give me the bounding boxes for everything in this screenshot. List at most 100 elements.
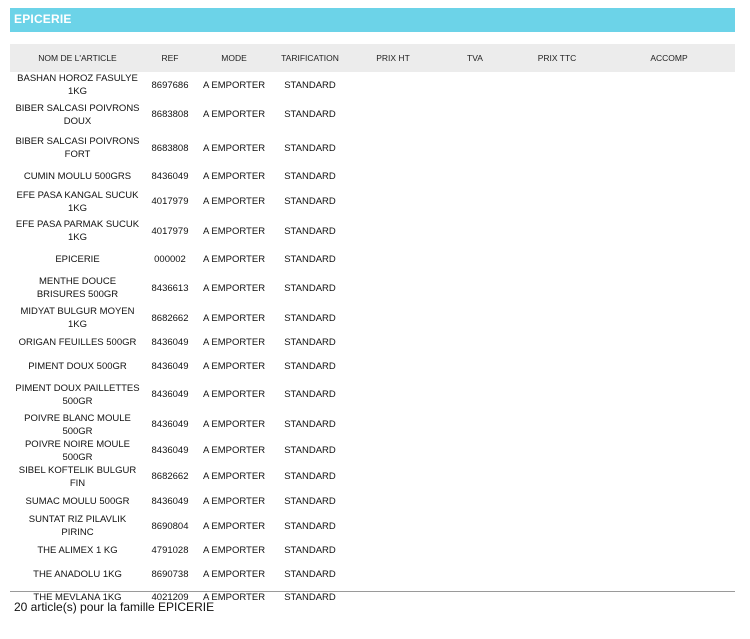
cell-name: MIDYAT BULGUR MOYEN 1KG [20, 306, 135, 330]
cell-tva [439, 412, 511, 438]
cell-accomp [603, 132, 735, 166]
cell-prix-ttc [511, 378, 603, 412]
cell-accomp [603, 412, 735, 438]
cell-tarification: STANDARD [284, 282, 336, 294]
cell-accomp [603, 72, 735, 98]
cell-prix-ttc [511, 72, 603, 98]
cell-mode: A EMPORTER [202, 520, 266, 532]
cell-name: ORIGAN FEUILLES 500GR [18, 337, 137, 349]
cell-accomp [603, 305, 735, 331]
cell-tva [439, 189, 511, 215]
cell-tarification: STANDARD [284, 312, 336, 324]
table-row: BIBER SALCASI POIVRONS DOUX 8683808 A EMPO… [10, 98, 735, 132]
cell-ref: 8436613 [151, 282, 189, 294]
cell-mode: A EMPORTER [202, 445, 266, 456]
cell-name: POIVRE NOIRE MOULE 500GR [24, 438, 131, 463]
cell-tarification: STANDARD [284, 225, 336, 237]
cell-mode: A EMPORTER [202, 360, 266, 372]
cell-ref: 8436049 [151, 419, 189, 430]
cell-tva [439, 464, 511, 490]
cell-tarification: STANDARD [284, 471, 336, 482]
cell-tva [439, 248, 511, 272]
col-header-ref: REF [161, 53, 179, 63]
cell-prix-ht [347, 331, 439, 355]
cell-name: PIMENT DOUX PAILLETTES 500GR [15, 382, 140, 407]
cell-accomp [603, 272, 735, 306]
cell-ref: 8683808 [151, 109, 189, 121]
table-row: EFE PASA KANGAL SUCUK 1KG 4017979 A EMPORT… [10, 189, 735, 215]
cell-tva [439, 305, 511, 331]
cell-ref: 000002 [154, 254, 186, 266]
cell-prix-ttc [511, 272, 603, 306]
cell-tva [439, 539, 511, 563]
cell-tarification: STANDARD [284, 142, 336, 154]
cell-tarification: STANDARD [284, 196, 336, 207]
cell-name: SIBEL KOFTELIK BULGUR FIN [18, 464, 137, 489]
cell-tarification: STANDARD [284, 445, 336, 456]
cell-prix-ht [347, 563, 439, 587]
cell-tarification: STANDARD [284, 592, 336, 604]
cell-mode: A EMPORTER [202, 225, 266, 237]
cell-prix-ht [347, 586, 439, 610]
table-row: BIBER SALCASI POIVRONS FORT 8683808 A EMPO… [10, 132, 735, 166]
cell-prix-ht [347, 539, 439, 563]
cell-name: EFE PASA KANGAL SUCUK 1KG [16, 189, 139, 214]
cell-name: PIMENT DOUX 500GR [28, 360, 127, 372]
cell-prix-ttc [511, 98, 603, 132]
cell-prix-ht [347, 355, 439, 379]
cell-accomp [603, 98, 735, 132]
cell-tva [439, 331, 511, 355]
table-row: BASHAN HOROZ FASULYE 1KG 8697686 A EMPORTE… [10, 72, 735, 98]
articles-table: NOM DE L'ARTICLE REF MODE TARIFICATION P… [10, 44, 735, 610]
table-bottom-divider [10, 591, 735, 592]
cell-tarification: STANDARD [284, 495, 336, 507]
cell-tva [439, 378, 511, 412]
cell-mode: A EMPORTER [202, 109, 266, 121]
col-header-mode: MODE [221, 53, 247, 63]
cell-ref: 8697686 [151, 79, 189, 91]
section-title: EPICERIE [14, 12, 72, 26]
cell-ref: 4791028 [151, 545, 189, 557]
table-row: PIMENT DOUX PAILLETTES 500GR 8436049 A EMP… [10, 378, 735, 412]
cell-tarification: STANDARD [284, 109, 336, 121]
cell-accomp [603, 355, 735, 379]
cell-mode: A EMPORTER [202, 545, 266, 557]
cell-tva [439, 132, 511, 166]
cell-accomp [603, 378, 735, 412]
cell-prix-ht [347, 378, 439, 412]
cell-prix-ht [347, 248, 439, 272]
table-row: SUNTAT RIZ PILAVLIK PIRINC 8690804 A EMPOR… [10, 513, 735, 539]
cell-prix-ht [347, 490, 439, 514]
cell-tva [439, 563, 511, 587]
cell-tarification: STANDARD [284, 419, 336, 430]
col-header-name: NOM DE L'ARTICLE [38, 53, 117, 63]
cell-prix-ttc [511, 165, 603, 189]
cell-tarification: STANDARD [284, 360, 336, 372]
cell-prix-ttc [511, 539, 603, 563]
cell-tva [439, 513, 511, 539]
cell-tarification: STANDARD [284, 568, 336, 580]
cell-prix-ht [347, 438, 439, 464]
cell-prix-ht [347, 72, 439, 98]
cell-ref: 8682662 [151, 312, 189, 324]
cell-name: SUMAC MOULU 500GR [25, 495, 130, 507]
cell-name: CUMIN MOULU 500GRS [23, 171, 132, 183]
cell-prix-ht [347, 132, 439, 166]
cell-accomp [603, 215, 735, 249]
cell-mode: A EMPORTER [202, 389, 266, 401]
cell-accomp [603, 165, 735, 189]
cell-mode: A EMPORTER [202, 495, 266, 507]
cell-tva [439, 98, 511, 132]
table-row: SIBEL KOFTELIK BULGUR FIN 8682662 A EMPORT… [10, 464, 735, 490]
cell-mode: A EMPORTER [202, 171, 266, 183]
cell-mode: A EMPORTER [202, 254, 266, 266]
table-row: MIDYAT BULGUR MOYEN 1KG 8682662 A EMPORTER… [10, 305, 735, 331]
cell-ref: 8436049 [151, 445, 189, 456]
cell-accomp [603, 563, 735, 587]
cell-tva [439, 490, 511, 514]
cell-name: EFE PASA PARMAK SUCUK 1KG [15, 219, 140, 244]
table-row: CUMIN MOULU 500GRS 8436049 A EMPORTER STAND… [10, 165, 735, 189]
cell-tarification: STANDARD [284, 520, 336, 532]
cell-ref: 8436049 [151, 495, 189, 507]
cell-accomp [603, 490, 735, 514]
